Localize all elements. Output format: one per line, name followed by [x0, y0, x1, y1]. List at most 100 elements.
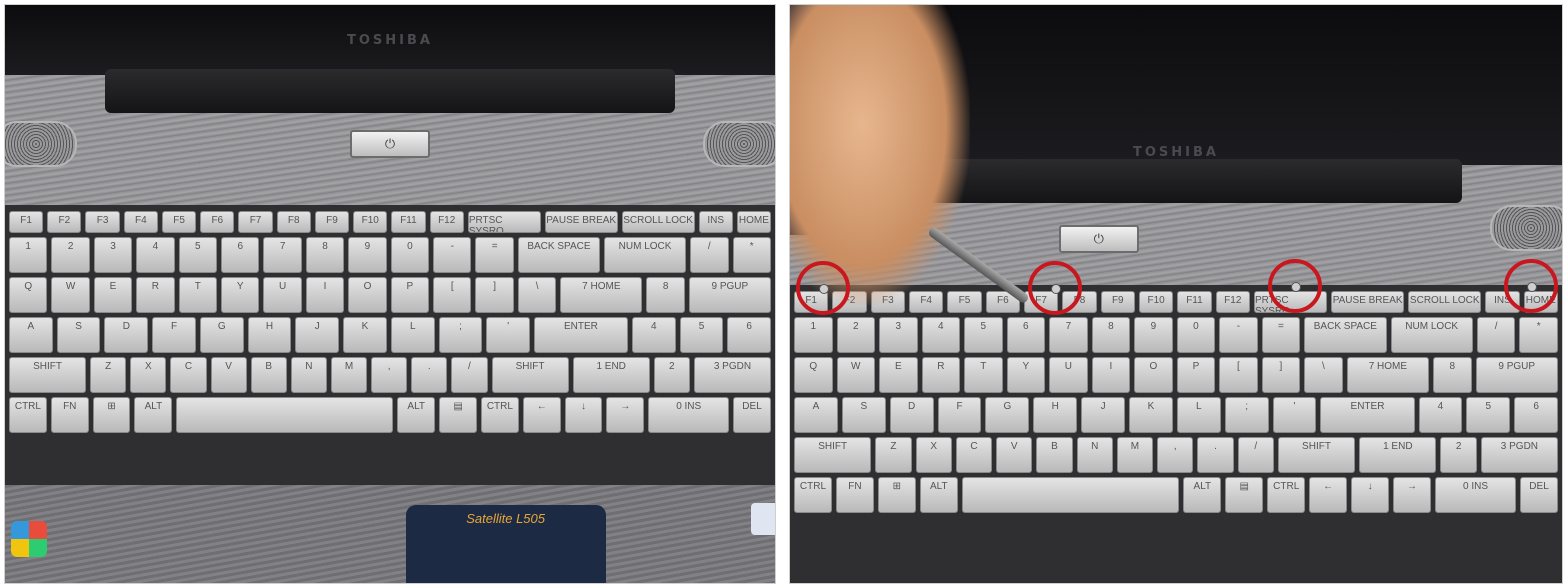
key: O — [348, 277, 387, 313]
key: / — [1237, 437, 1274, 473]
key: F4 — [123, 211, 158, 233]
key: [ — [433, 277, 472, 313]
key: 0 — [1176, 317, 1216, 353]
screw — [1051, 284, 1061, 294]
key: V — [996, 437, 1033, 473]
key: ' — [1272, 397, 1317, 433]
key: - — [433, 237, 472, 273]
key: 6 — [1514, 397, 1559, 433]
key: - — [1219, 317, 1258, 353]
key: K — [1129, 397, 1173, 433]
keyboard-row: SHIFT Z X C V B N M,. / SHIFT 1 END 2 3 PGDN — [794, 437, 1559, 473]
key: Z — [875, 437, 912, 473]
key: Q — [9, 277, 48, 313]
key: 4 — [921, 317, 961, 353]
hand — [790, 5, 970, 305]
key: O — [1134, 357, 1173, 393]
keyboard-row: F1F2F3F4F5F6F7F8F9F10F11F12PRTSC SYSRQPA… — [9, 211, 771, 233]
key: ← — [522, 397, 561, 433]
screw — [1527, 282, 1537, 292]
key — [961, 477, 1180, 513]
key: [ — [1219, 357, 1258, 393]
screw-highlight-circle — [1504, 259, 1558, 313]
key: F9 — [1100, 291, 1135, 313]
key: X — [915, 437, 952, 473]
key: 6 — [221, 237, 260, 273]
key: F — [937, 397, 982, 433]
right-speaker-grille — [703, 121, 775, 167]
key: F9 — [314, 211, 350, 233]
screw-highlight-circle — [1268, 259, 1322, 313]
power-button: ⏻ — [350, 130, 430, 158]
palm-rest: Satellite L505 — [5, 485, 775, 583]
key: B — [250, 357, 287, 393]
key: . — [1197, 437, 1234, 473]
key: SHIFT — [9, 357, 87, 393]
key: 1 — [9, 237, 48, 273]
keyboard-row: 1 2 3 4 5 6 7 8 9 0- = BACK SPACE NUM LOCK / * — [9, 237, 771, 273]
key: BACK SPACE — [517, 237, 600, 273]
key: H — [1033, 397, 1078, 433]
key: * — [1519, 317, 1558, 353]
screw-highlight-circle — [796, 261, 850, 315]
key: 9 PGUP — [688, 277, 771, 313]
key: 0 INS — [1435, 477, 1517, 513]
laptop-scene: TOSHIBA ⏻ F1F2F3F4F5F6F7F8F9F10F11F12PRT… — [5, 5, 775, 583]
key: ] — [1261, 357, 1301, 393]
windows-logo-sticker — [11, 521, 47, 557]
key: 1 END — [1359, 437, 1437, 473]
key: C — [955, 437, 993, 473]
key: A — [794, 397, 838, 433]
key: 3 — [93, 237, 133, 273]
key: FN — [835, 477, 874, 513]
key: M — [1116, 437, 1154, 473]
key: / — [451, 357, 488, 393]
key: 2 — [1440, 437, 1477, 473]
key: ENTER — [1320, 397, 1415, 433]
keyboard-row: Q W E R T Y U I O P[] \ 7 HOME 8 9 PGUP — [9, 277, 771, 313]
key: D — [104, 317, 149, 353]
hinge-bar — [890, 159, 1462, 203]
key: DEL — [1520, 477, 1558, 513]
key: ALT — [1183, 477, 1222, 513]
key: G — [985, 397, 1030, 433]
key: Y — [221, 277, 260, 313]
key: SHIFT — [794, 437, 872, 473]
key: Q — [794, 357, 833, 393]
key: 5 — [679, 317, 724, 353]
key: N — [1076, 437, 1113, 473]
key: CTRL — [9, 397, 47, 433]
key: F10 — [353, 211, 388, 233]
key: ' — [486, 317, 531, 353]
key: SHIFT — [491, 357, 569, 393]
key: 9 — [1134, 317, 1173, 353]
keyboard-row: Q W E R T Y U I O P[] \ 7 HOME 8 9 PGUP — [794, 357, 1558, 393]
key: D — [889, 397, 934, 433]
key: = — [1261, 317, 1301, 353]
key: 8 — [1433, 357, 1472, 393]
key: F12 — [429, 211, 464, 233]
key: 6 — [1006, 317, 1046, 353]
key: 0 INS — [648, 397, 730, 433]
key: ⊞ — [877, 477, 916, 513]
key: Y — [1006, 357, 1046, 393]
key: F10 — [1138, 291, 1174, 313]
left-speaker-grille — [5, 121, 77, 167]
photo-keyboard-overview: TOSHIBA ⏻ F1 F2 F3 F4 F5 F6 F7 F8 F9 F10 F11 F12 PRT… — [4, 4, 776, 584]
key: ] — [475, 277, 514, 313]
key: S — [841, 397, 886, 433]
photo-keyboard-screws-highlighted: TOSHIBA ⏻ F1F2F3F4F5F6F7F8F9F10F11F12PRT… — [789, 4, 1563, 584]
key: 8 — [305, 237, 345, 273]
laptop-screen-bezel: TOSHIBA — [5, 5, 775, 75]
key: R — [136, 277, 175, 313]
key: X — [130, 357, 167, 393]
key: SCROLL LOCK — [1408, 291, 1482, 313]
key: ALT — [397, 397, 436, 433]
key: J — [1081, 397, 1126, 433]
key: ALT — [919, 477, 958, 513]
key: H — [247, 317, 292, 353]
key: F3 — [85, 211, 120, 233]
key: 4 — [136, 237, 175, 273]
key: CTRL — [1267, 477, 1306, 513]
key: 9 — [348, 237, 387, 273]
